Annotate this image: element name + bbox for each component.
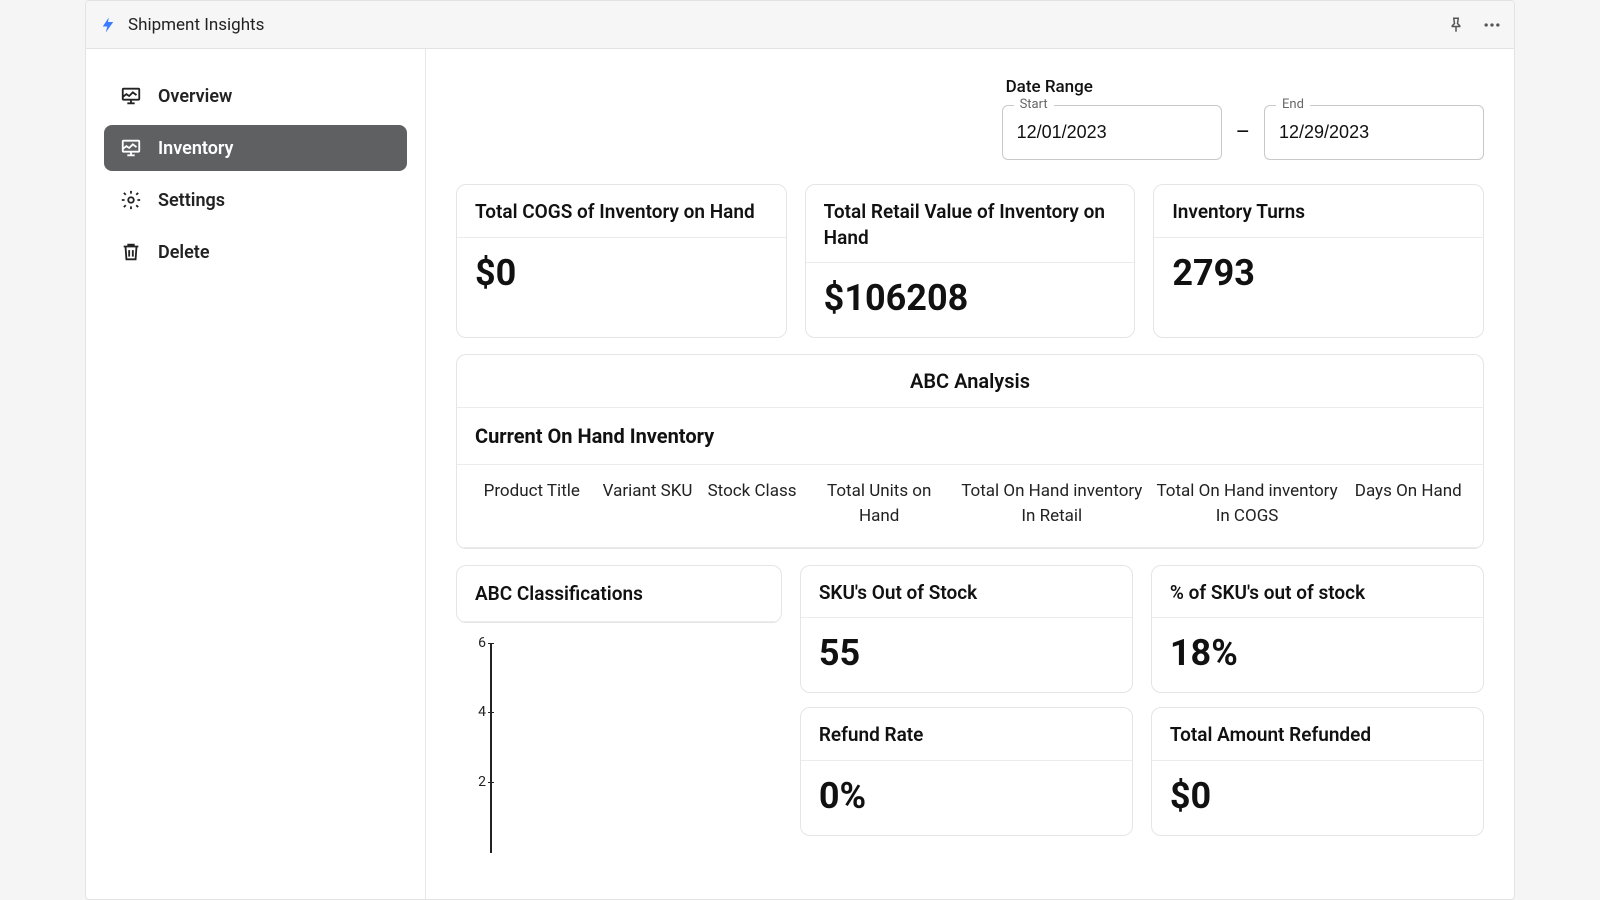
- main-content: Date Range Start – End: [426, 49, 1514, 899]
- col-stock-class: Stock Class: [707, 479, 798, 528]
- trash-icon: [120, 241, 142, 263]
- y-tick: 4: [478, 704, 486, 720]
- date-start-input[interactable]: [1002, 105, 1222, 160]
- col-onhand-cogs: Total On Hand inventory In COGS: [1151, 479, 1344, 528]
- abc-table-header: Product Title Variant SKU Stock Class To…: [457, 465, 1483, 547]
- abc-analysis-card: ABC Analysis Current On Hand Inventory P…: [456, 354, 1484, 548]
- kpi-value: $0: [1152, 761, 1483, 835]
- pin-icon[interactable]: [1446, 15, 1466, 35]
- app-logo-icon: [98, 15, 118, 35]
- kpi-title: Total COGS of Inventory on Hand: [457, 185, 786, 238]
- kpi-turns: Inventory Turns 2793: [1153, 184, 1484, 338]
- kpi-value: 18%: [1152, 618, 1483, 692]
- abc-classifications-card: ABC Classifications: [456, 565, 782, 623]
- sidebar-item-label: Inventory: [158, 138, 233, 159]
- header-actions: [1446, 15, 1502, 35]
- kpi-value: $0: [457, 238, 786, 312]
- col-onhand-retail: Total On Hand inventory In Retail: [961, 479, 1143, 528]
- sidebar-item-inventory[interactable]: Inventory: [104, 125, 407, 171]
- col-variant-sku: Variant SKU: [597, 479, 699, 528]
- date-start-label: Start: [1014, 97, 1054, 112]
- date-end-input[interactable]: [1264, 105, 1484, 160]
- kpi-title: Inventory Turns: [1154, 185, 1483, 238]
- monitor-icon: [120, 85, 142, 107]
- app-title: Shipment Insights: [128, 15, 1436, 35]
- y-tick: 6: [478, 635, 486, 651]
- kpi-value: $106208: [806, 263, 1135, 337]
- date-range: Date Range Start – End: [1002, 77, 1484, 160]
- kpi-value: 0%: [801, 761, 1132, 835]
- date-end-label: End: [1276, 97, 1310, 112]
- sidebar-item-label: Delete: [158, 242, 210, 263]
- kpi-title: SKU's Out of Stock: [801, 566, 1132, 619]
- kpi-title: Total Amount Refunded: [1152, 708, 1483, 761]
- kpi-value: 55: [801, 618, 1132, 692]
- sidebar: Overview Inventory: [86, 49, 426, 899]
- app-header: Shipment Insights: [86, 1, 1514, 49]
- abc-subtitle: Current On Hand Inventory: [457, 408, 1483, 465]
- kpi-total-refunded: Total Amount Refunded $0: [1151, 707, 1484, 836]
- gear-icon: [120, 189, 142, 211]
- sidebar-item-label: Settings: [158, 190, 225, 211]
- date-range-separator: –: [1236, 120, 1250, 145]
- col-product-title: Product Title: [475, 479, 589, 528]
- kpi-refund-rate: Refund Rate 0%: [800, 707, 1133, 836]
- sidebar-item-label: Overview: [158, 86, 232, 107]
- monitor-icon: [120, 137, 142, 159]
- kpi-retail: Total Retail Value of Inventory on Hand …: [805, 184, 1136, 338]
- kpi-cogs: Total COGS of Inventory on Hand $0: [456, 184, 787, 338]
- y-tick: 2: [478, 774, 486, 790]
- date-range-label: Date Range: [1006, 77, 1484, 97]
- kpi-title: Total Retail Value of Inventory on Hand: [806, 185, 1135, 263]
- abc-classifications-chart: 6 4 2: [456, 623, 782, 853]
- kpi-title: Refund Rate: [801, 708, 1132, 761]
- col-total-units: Total Units on Hand: [805, 479, 953, 528]
- kpi-title: % of SKU's out of stock: [1152, 566, 1483, 619]
- sidebar-item-overview[interactable]: Overview: [104, 73, 407, 119]
- sidebar-item-delete[interactable]: Delete: [104, 229, 407, 275]
- abc-classifications-title: ABC Classifications: [457, 566, 781, 622]
- more-icon[interactable]: [1482, 15, 1502, 35]
- kpi-value: 2793: [1154, 238, 1483, 312]
- col-days-on-hand: Days On Hand: [1352, 479, 1466, 528]
- kpi-sku-out: SKU's Out of Stock 55: [800, 565, 1133, 694]
- sidebar-item-settings[interactable]: Settings: [104, 177, 407, 223]
- abc-title: ABC Analysis: [457, 355, 1483, 408]
- kpi-pct-out: % of SKU's out of stock 18%: [1151, 565, 1484, 694]
